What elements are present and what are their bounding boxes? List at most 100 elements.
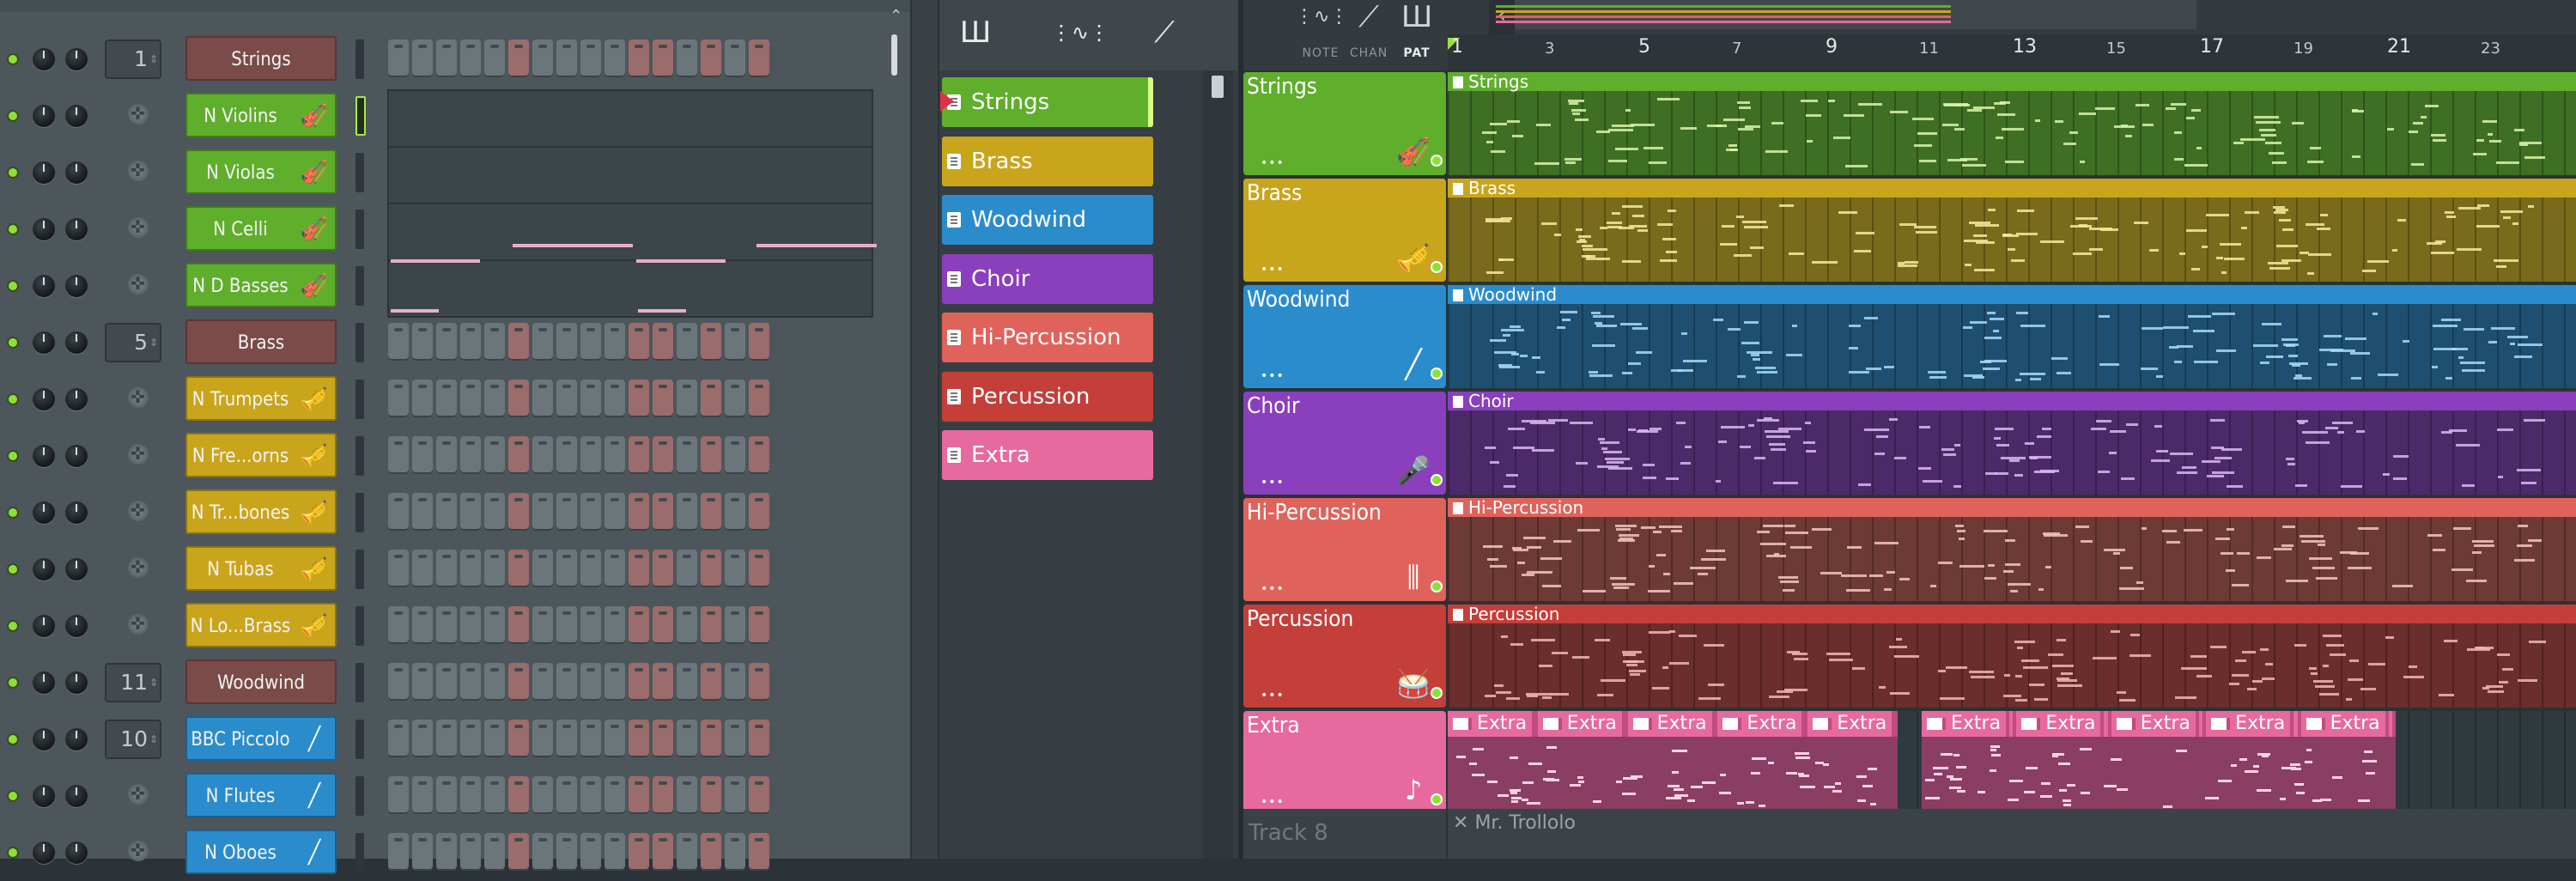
step-button[interactable] (556, 663, 577, 701)
volume-knob[interactable] (65, 615, 88, 637)
step-button[interactable] (605, 380, 625, 417)
step-button[interactable] (653, 606, 673, 644)
channel-select-bar[interactable] (355, 96, 366, 136)
pan-knob[interactable] (33, 558, 55, 580)
channel-button[interactable]: N Flutes ╱ (185, 773, 337, 817)
volume-knob[interactable] (65, 671, 88, 694)
step-button[interactable] (677, 550, 697, 587)
track-enable-led[interactable] (1431, 261, 1443, 273)
step-button[interactable] (580, 776, 601, 814)
step-button[interactable] (580, 39, 601, 77)
mixer-route-icon[interactable] (128, 443, 149, 465)
extra-clip-header[interactable]: Extra (1537, 711, 1628, 737)
track-lane[interactable]: Percussion (1448, 605, 2576, 708)
step-button[interactable] (436, 380, 457, 417)
channel-select-bar[interactable] (355, 266, 364, 306)
scroll-thumb[interactable] (1212, 76, 1224, 98)
step-button[interactable] (388, 436, 409, 474)
channel-button[interactable]: N Violins 🎻 (185, 93, 337, 137)
track-enable-led[interactable] (1431, 474, 1443, 486)
step-button[interactable] (725, 606, 745, 644)
step-button[interactable] (460, 323, 481, 361)
step-button[interactable] (484, 436, 505, 474)
step-button[interactable] (556, 323, 577, 361)
extra-clip-header[interactable]: Extra (1627, 711, 1718, 737)
pattern-item-percussion[interactable]: Percussion (942, 371, 1153, 422)
track-grip[interactable]: ••• (1261, 582, 1285, 596)
track-enable-led[interactable] (1431, 368, 1443, 380)
step-button[interactable] (629, 663, 649, 701)
step-button[interactable] (653, 380, 673, 417)
step-button[interactable] (532, 606, 553, 644)
track-header-brass[interactable]: Brass ••• 🎺 (1243, 179, 1446, 282)
step-button[interactable] (556, 493, 577, 531)
step-button[interactable] (749, 380, 769, 417)
step-button[interactable] (701, 550, 721, 587)
channel-enable-led[interactable] (7, 223, 19, 235)
track-lane[interactable]: Extra Extra Extra Extra Extra Extra Extra Extra… (1448, 711, 2576, 814)
volume-knob[interactable] (65, 728, 88, 750)
step-button[interactable] (436, 550, 457, 587)
step-button[interactable] (508, 720, 529, 757)
step-button[interactable] (484, 380, 505, 417)
step-button[interactable] (556, 606, 577, 644)
step-button[interactable] (580, 720, 601, 757)
piano-roll-icon[interactable]: Ш (951, 15, 999, 50)
step-button[interactable] (629, 380, 649, 417)
clip-header[interactable]: Choir (1448, 392, 2576, 410)
volume-knob[interactable] (65, 275, 88, 297)
step-button[interactable] (653, 663, 673, 701)
step-button[interactable] (749, 436, 769, 474)
step-button[interactable] (508, 550, 529, 587)
pan-knob[interactable] (33, 842, 55, 864)
step-button[interactable] (412, 493, 433, 531)
step-button[interactable] (532, 776, 553, 814)
step-button[interactable] (412, 606, 433, 644)
step-button[interactable] (653, 550, 673, 587)
step-button[interactable] (749, 720, 769, 757)
volume-knob[interactable] (65, 558, 88, 580)
step-button[interactable] (629, 323, 649, 361)
timeline-ruler[interactable]: 1 3 5 7 9 11 13 15 17 19 21 23 (1448, 34, 2576, 70)
extra-clip-group[interactable]: Extra Extra Extra Extra Extra (1448, 711, 1898, 814)
step-button[interactable] (725, 380, 745, 417)
channel-select-bar[interactable] (355, 720, 364, 759)
step-button[interactable] (677, 323, 697, 361)
step-button[interactable] (749, 550, 769, 587)
step-button[interactable] (725, 776, 745, 814)
step-button[interactable] (460, 663, 481, 701)
pan-knob[interactable] (33, 728, 55, 750)
channel-enable-led[interactable] (7, 53, 19, 65)
pan-knob[interactable] (33, 48, 55, 70)
step-button[interactable] (605, 606, 625, 644)
step-button[interactable] (388, 663, 409, 701)
mixer-route-icon[interactable] (128, 500, 149, 521)
step-button[interactable] (605, 323, 625, 361)
track-header-extra[interactable]: Extra ••• ♪ (1243, 711, 1446, 814)
extra-clip-header[interactable]: Extra (1717, 711, 1808, 737)
step-button[interactable] (605, 436, 625, 474)
step-button[interactable] (508, 493, 529, 531)
step-button[interactable] (436, 436, 457, 474)
mixer-track-selector[interactable]: 5 (105, 323, 161, 362)
step-button[interactable] (412, 39, 433, 77)
step-button[interactable] (532, 436, 553, 474)
channel-select-bar[interactable] (355, 550, 364, 589)
step-button[interactable] (653, 39, 673, 77)
step-button[interactable] (725, 720, 745, 757)
step-button[interactable] (580, 493, 601, 531)
channel-enable-led[interactable] (7, 450, 19, 462)
step-button[interactable] (412, 550, 433, 587)
volume-knob[interactable] (65, 842, 88, 864)
pan-knob[interactable] (33, 785, 55, 807)
step-button[interactable] (436, 39, 457, 77)
step-button[interactable] (412, 776, 433, 814)
step-button[interactable] (556, 833, 577, 871)
track-header-hipercussion[interactable]: Hi-Percussion ••• ⫼ (1243, 498, 1446, 601)
step-button[interactable] (460, 436, 481, 474)
step-button[interactable] (629, 436, 649, 474)
step-button[interactable] (388, 776, 409, 814)
step-button[interactable] (701, 776, 721, 814)
step-button[interactable] (388, 606, 409, 644)
volume-knob[interactable] (65, 445, 88, 467)
